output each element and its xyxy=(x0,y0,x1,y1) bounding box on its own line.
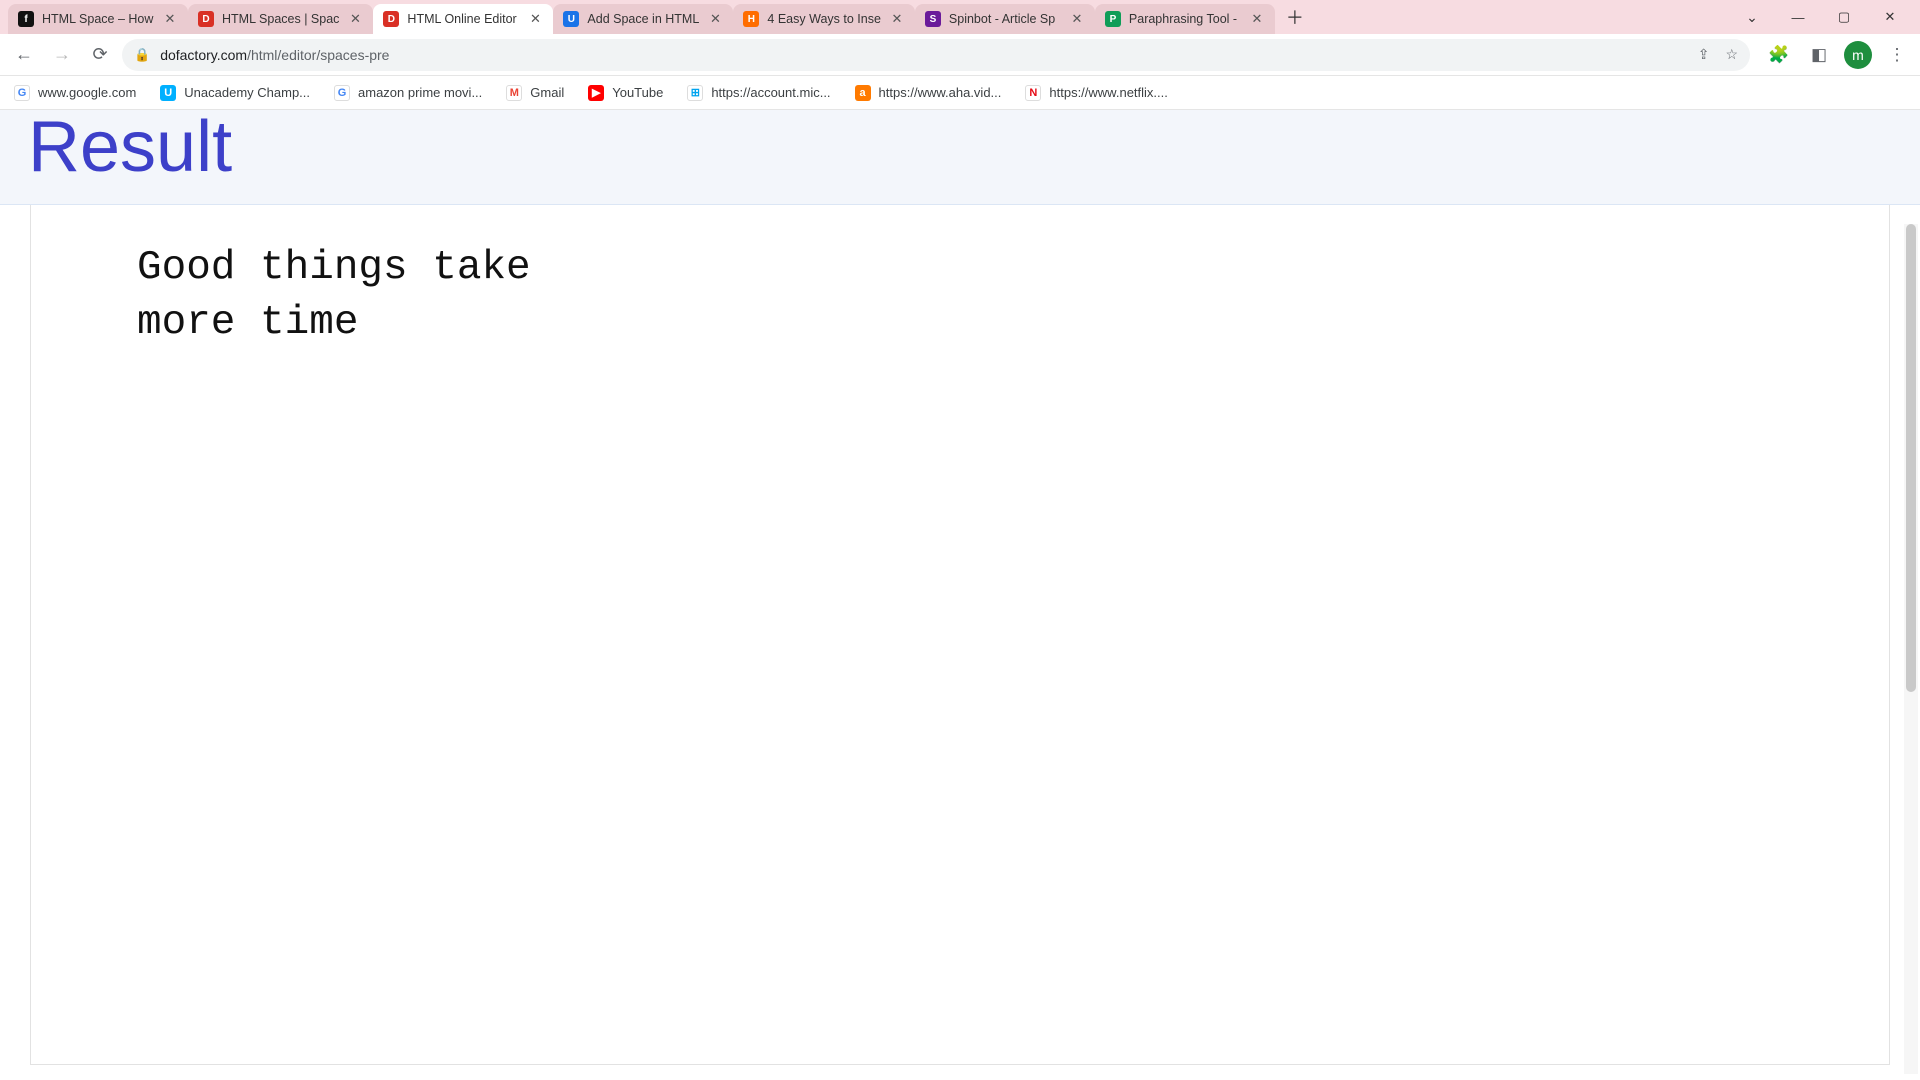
bookmark-favicon: ▶ xyxy=(588,85,604,101)
tab-favicon: P xyxy=(1105,11,1121,27)
bookmark-label: YouTube xyxy=(612,85,663,100)
pre-output: Good things take more time xyxy=(137,241,1783,352)
scrollbar-thumb[interactable] xyxy=(1906,224,1916,692)
close-window-button[interactable]: ✕ xyxy=(1876,9,1904,25)
tab-close-icon[interactable]: ✕ xyxy=(347,11,363,27)
tab-close-icon[interactable]: ✕ xyxy=(162,11,178,27)
kebab-menu-icon[interactable]: ⋮ xyxy=(1882,40,1912,70)
result-frame: Good things take more time xyxy=(30,205,1890,1065)
tab-favicon: U xyxy=(563,11,579,27)
bookmark-label: amazon prime movi... xyxy=(358,85,482,100)
result-heading: Result xyxy=(28,110,1920,186)
reload-button[interactable]: ⟳ xyxy=(84,39,116,71)
bookmark-favicon: N xyxy=(1025,85,1041,101)
vertical-scrollbar[interactable] xyxy=(1904,224,1918,1074)
address-bar[interactable]: 🔒 dofactory.com/html/editor/spaces-pre ⇪… xyxy=(122,39,1750,71)
page-content: Result Good things take more time xyxy=(0,110,1920,1080)
profile-avatar[interactable]: m xyxy=(1844,41,1872,69)
bookmark-item[interactable]: U Unacademy Champ... xyxy=(156,81,314,105)
tab-title: Add Space in HTML xyxy=(587,12,699,26)
bookmark-item[interactable]: Gamazon prime movi... xyxy=(330,81,486,105)
bookmark-favicon: G xyxy=(334,85,350,101)
window-controls: ⌄ — ▢ ✕ xyxy=(1718,0,1920,34)
bookmark-star-icon[interactable]: ☆ xyxy=(1725,46,1738,63)
browser-toolbar: ← → ⟳ 🔒 dofactory.com/html/editor/spaces… xyxy=(0,34,1920,76)
browser-tab[interactable]: H 4 Easy Ways to Inse ✕ xyxy=(733,4,914,34)
browser-tab[interactable]: D HTML Spaces | Spac ✕ xyxy=(188,4,373,34)
url-host: dofactory.com xyxy=(160,47,247,63)
browser-tab[interactable]: f HTML Space – How ✕ xyxy=(8,4,188,34)
bookmark-favicon: ⊞ xyxy=(687,85,703,101)
bookmark-favicon: G xyxy=(14,85,30,101)
bookmark-label: Unacademy Champ... xyxy=(184,85,310,100)
browser-tab[interactable]: P Paraphrasing Tool - ✕ xyxy=(1095,4,1275,34)
tab-close-icon[interactable]: ✕ xyxy=(1069,11,1085,27)
result-header: Result xyxy=(0,110,1920,205)
tab-favicon: D xyxy=(198,11,214,27)
tab-close-icon[interactable]: ✕ xyxy=(889,11,905,27)
new-tab-button[interactable]: ＋ xyxy=(1281,3,1309,31)
browser-tab[interactable]: U Add Space in HTML ✕ xyxy=(553,4,733,34)
tab-title: Paraphrasing Tool - xyxy=(1129,12,1241,26)
tab-close-icon[interactable]: ✕ xyxy=(1249,11,1265,27)
tab-favicon: D xyxy=(383,11,399,27)
browser-tab[interactable]: D HTML Online Editor ✕ xyxy=(373,4,553,34)
tab-title: 4 Easy Ways to Inse xyxy=(767,12,880,26)
browser-tab[interactable]: S Spinbot - Article Sp ✕ xyxy=(915,4,1095,34)
browser-titlebar: fHTML Space – How✕DHTML Spaces | Spac✕DH… xyxy=(0,0,1920,34)
tab-close-icon[interactable]: ✕ xyxy=(707,11,723,27)
share-icon[interactable]: ⇪ xyxy=(1698,46,1710,63)
bookmark-favicon: U xyxy=(160,85,176,101)
tab-favicon: S xyxy=(925,11,941,27)
bookmark-label: https://account.mic... xyxy=(711,85,830,100)
bookmark-item[interactable]: a https://www.aha.vid... xyxy=(851,81,1006,105)
tab-favicon: f xyxy=(18,11,34,27)
forward-button[interactable]: → xyxy=(46,39,78,71)
bookmark-label: Gmail xyxy=(530,85,564,100)
bookmark-item[interactable]: ▶ YouTube xyxy=(584,81,667,105)
lock-icon: 🔒 xyxy=(134,47,150,63)
side-panel-icon[interactable]: ◧ xyxy=(1804,40,1834,70)
bookmark-label: https://www.netflix.... xyxy=(1049,85,1168,100)
bookmark-favicon: a xyxy=(855,85,871,101)
tab-title: HTML Online Editor xyxy=(407,12,519,26)
minimize-button[interactable]: — xyxy=(1784,10,1812,25)
bookmark-item[interactable]: M Gmail xyxy=(502,81,568,105)
bookmark-label: https://www.aha.vid... xyxy=(879,85,1002,100)
bookmark-favicon: M xyxy=(506,85,522,101)
bookmark-item[interactable]: ⊞ https://account.mic... xyxy=(683,81,834,105)
maximize-button[interactable]: ▢ xyxy=(1830,9,1858,25)
back-button[interactable]: ← xyxy=(8,39,40,71)
bookmark-item[interactable]: Gwww.google.com xyxy=(10,81,140,105)
extensions-icon[interactable]: 🧩 xyxy=(1764,40,1794,70)
tab-search-button[interactable]: ⌄ xyxy=(1738,9,1766,26)
tab-title: HTML Space – How xyxy=(42,12,154,26)
tab-close-icon[interactable]: ✕ xyxy=(527,11,543,27)
bookmarks-bar: Gwww.google.com U Unacademy Champ... Gamazo… xyxy=(0,76,1920,110)
tab-favicon: H xyxy=(743,11,759,27)
bookmark-item[interactable]: Nhttps://www.netflix.... xyxy=(1021,81,1172,105)
tab-strip: fHTML Space – How✕DHTML Spaces | Spac✕DH… xyxy=(0,0,1275,34)
tab-title: HTML Spaces | Spac xyxy=(222,12,339,26)
tab-title: Spinbot - Article Sp xyxy=(949,12,1061,26)
url-path: /html/editor/spaces-pre xyxy=(247,47,389,63)
bookmark-label: www.google.com xyxy=(38,85,136,100)
